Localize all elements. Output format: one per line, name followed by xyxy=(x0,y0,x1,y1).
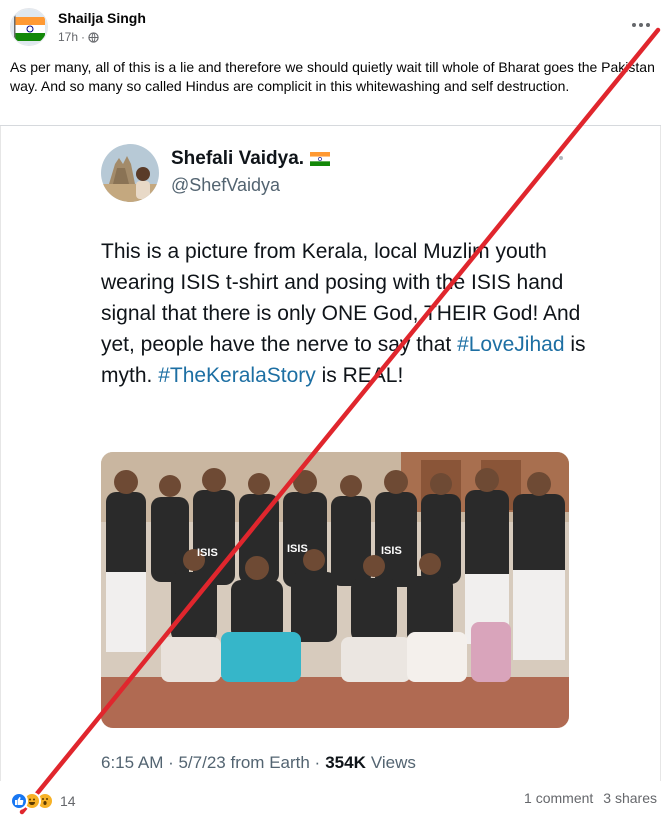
like-reaction-icon xyxy=(10,792,28,810)
facebook-post: Shailja Singh 17h · As per many, all of … xyxy=(0,0,661,822)
post-header: Shailja Singh 17h · xyxy=(10,6,655,46)
shirt-print-3: ISIS xyxy=(381,545,402,557)
reaction-summary[interactable]: 14 xyxy=(10,790,76,812)
engagement-stats: 1 comment 3 shares xyxy=(524,790,657,806)
tweet-view-count: 354K xyxy=(325,753,366,772)
tweet-text-part-3: is REAL! xyxy=(315,364,404,387)
reaction-count[interactable]: 14 xyxy=(60,793,76,809)
author-name[interactable]: Shailja Singh xyxy=(58,10,146,26)
globe-icon xyxy=(88,31,99,43)
tweet-author-name: Shefali Vaidya. xyxy=(171,148,331,170)
tweet-footer: 6:15 AM · 5/7/23 from Earth · 354K Views xyxy=(101,753,416,773)
more-options-icon[interactable] xyxy=(629,18,653,32)
tweet-text: This is a picture from Kerala, local Muz… xyxy=(101,236,591,391)
tweet-group-photo: ISIS ISIS ISIS xyxy=(101,452,569,728)
post-meta: 17h · xyxy=(58,30,99,44)
meta-separator: · xyxy=(81,30,86,44)
tweet-views-label: Views xyxy=(370,753,416,772)
tweet-author-name-text: Shefali Vaidya. xyxy=(171,148,305,169)
india-flag-icon xyxy=(310,152,331,166)
shirt-print-2: ISIS xyxy=(287,543,308,555)
tweet-timestamp: 6:15 AM · 5/7/23 from Earth · xyxy=(101,753,321,772)
embedded-tweet-screenshot[interactable]: Shefali Vaidya. @ShefVaidya This is a pi… xyxy=(0,126,661,781)
author-avatar[interactable] xyxy=(10,8,48,46)
shares-count-link[interactable]: 3 shares xyxy=(603,790,657,806)
post-time[interactable]: 17h xyxy=(58,30,78,44)
tweet-more-icon xyxy=(559,156,563,160)
post-caption: As per many, all of this is a lie and th… xyxy=(10,59,655,94)
hashtag-thekeralastory: #TheKeralaStory xyxy=(158,364,316,387)
tweet-author-handle: @ShefVaidya xyxy=(171,175,281,195)
shirt-print-1: ISIS xyxy=(197,547,218,559)
tweet-author-avatar xyxy=(101,144,159,202)
hashtag-lovejihad: #LoveJihad xyxy=(457,333,565,356)
comments-count-link[interactable]: 1 comment xyxy=(524,790,593,806)
